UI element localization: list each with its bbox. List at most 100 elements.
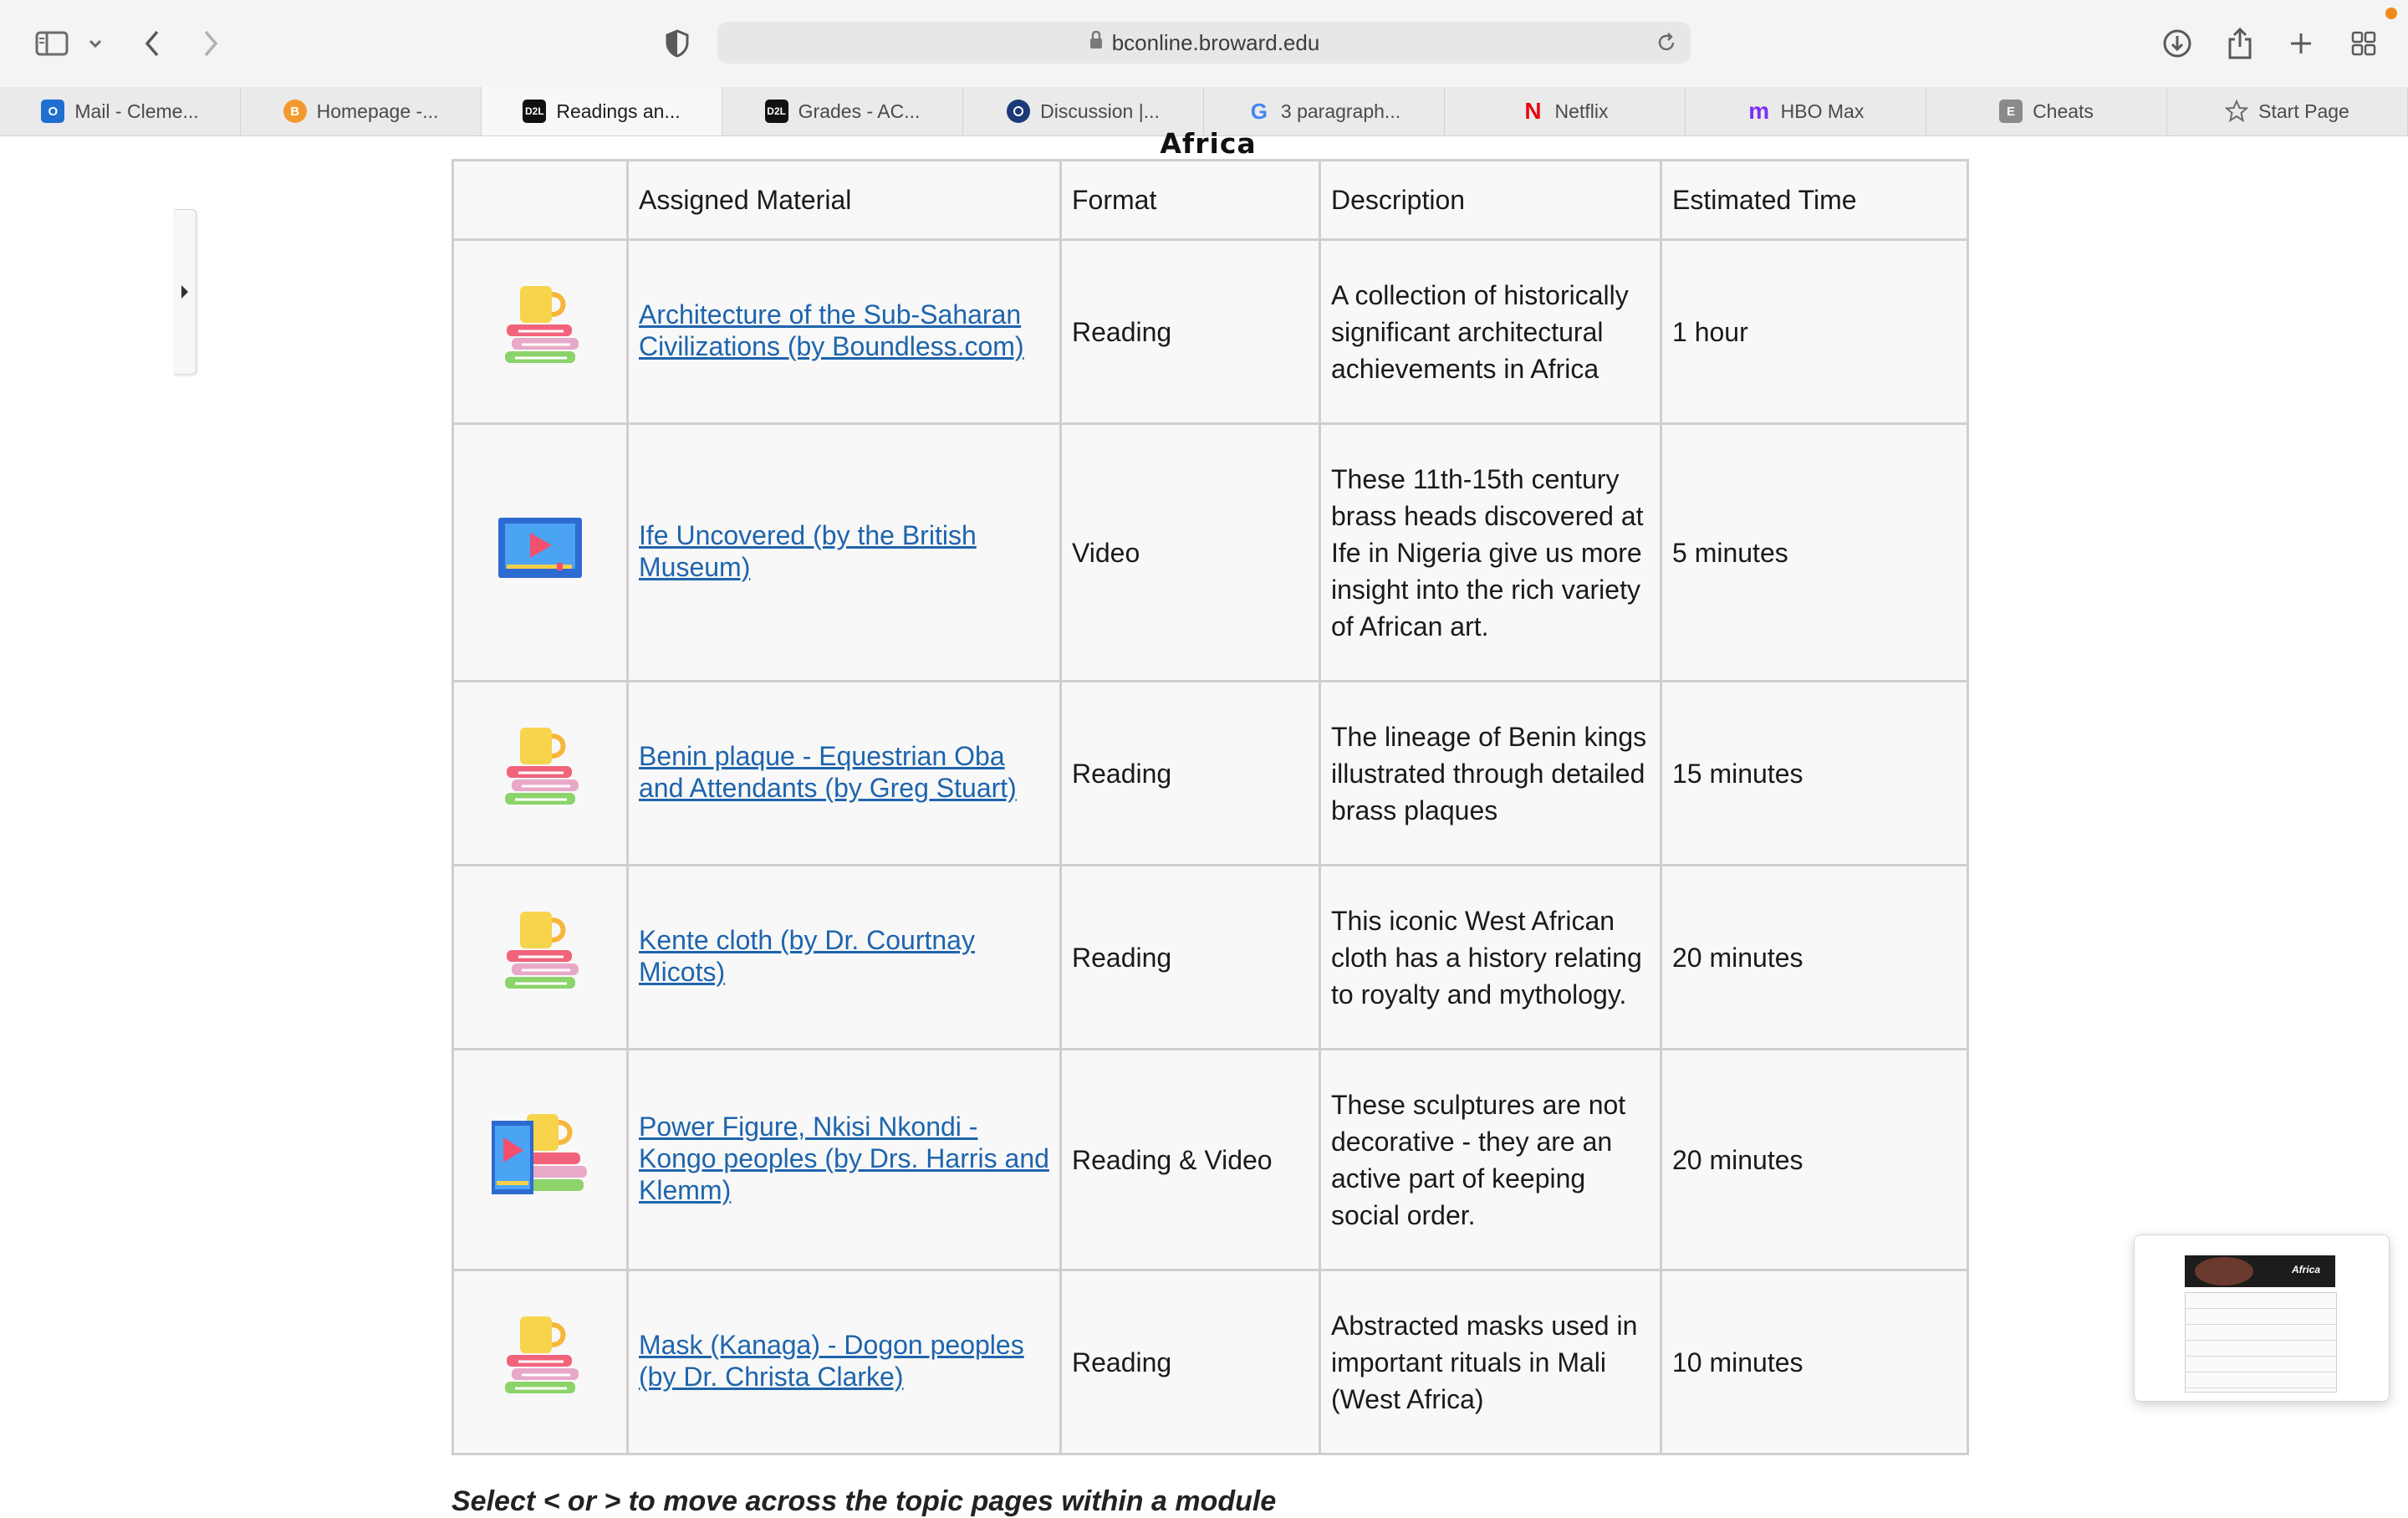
header-assigned-material: Assigned Material: [626, 159, 1062, 241]
new-tab-icon[interactable]: [2286, 22, 2316, 65]
d2l-icon: D2L: [764, 100, 788, 123]
module-navigation-hint: Select < or > to move across the topic p…: [452, 1485, 1277, 1517]
material-link[interactable]: Power Figure, Nkisi Nkondi - Kongo peopl…: [639, 1111, 1049, 1206]
format-cell: Reading: [1059, 864, 1321, 1050]
header-icon: [452, 159, 629, 241]
tab-grades[interactable]: D2L Grades - AC...: [722, 87, 963, 135]
reload-icon[interactable]: [1656, 32, 1677, 59]
netflix-icon: N: [1524, 98, 1542, 124]
table-header-row: Assigned Material Format Description Est…: [452, 159, 1969, 241]
table-row: Architecture of the Sub-Saharan Civiliza…: [452, 238, 1969, 425]
time-cell: 5 minutes: [1660, 422, 1969, 682]
format-cell: Reading: [1059, 1269, 1321, 1455]
description-cell: This iconic West African cloth has a his…: [1319, 864, 1662, 1050]
format-cell: Reading: [1059, 680, 1321, 866]
sidebar-toggle-icon[interactable]: [33, 22, 70, 65]
reading-icon: [505, 286, 579, 363]
privacy-shield-icon[interactable]: [661, 22, 694, 65]
reading-icon-cell: [452, 680, 629, 866]
tab-label: Grades - AC...: [798, 100, 921, 122]
material-link[interactable]: Mask (Kanaga) - Dogon peoples (by Dr. Ch…: [639, 1329, 1049, 1393]
share-icon[interactable]: [2224, 22, 2256, 65]
header-estimated-time: Estimated Time: [1660, 159, 1969, 241]
forward-icon[interactable]: [197, 22, 224, 65]
table-row: Mask (Kanaga) - Dogon peoples (by Dr. Ch…: [452, 1269, 1969, 1455]
reading-video-icon: [492, 1114, 587, 1194]
url-text: bconline.broward.edu: [1111, 29, 1320, 55]
table-row: Benin plaque - Equestrian Oba and Attend…: [452, 680, 1969, 866]
reading-icon: [505, 1316, 579, 1393]
downloads-icon[interactable]: [2161, 22, 2194, 65]
address-bar[interactable]: bconline.broward.edu: [717, 22, 1691, 64]
tab-label: Start Page: [2258, 100, 2349, 122]
description-cell: A collection of historically significant…: [1319, 238, 1662, 425]
tab-label: Homepage -...: [316, 100, 439, 122]
tab-label: HBO Max: [1780, 100, 1865, 122]
format-cell: Reading: [1059, 238, 1321, 425]
page-thumbnail[interactable]: Africa: [2134, 1234, 2390, 1402]
material-link[interactable]: Architecture of the Sub-Saharan Civiliza…: [639, 299, 1049, 362]
chevron-down-icon[interactable]: [85, 22, 105, 65]
readings-table: Assigned Material Format Description Est…: [452, 159, 1969, 1455]
notification-dot: [2385, 8, 2397, 19]
tab-mail[interactable]: O Mail - Cleme...: [0, 87, 241, 135]
description-cell: These 11th-15th century brass heads disc…: [1319, 422, 1662, 682]
page-title: Africa: [1160, 127, 1257, 160]
table-row: Power Figure, Nkisi Nkondi - Kongo peopl…: [452, 1048, 1969, 1271]
description-cell: The lineage of Benin kings illustrated t…: [1319, 680, 1662, 866]
cheats-icon: E: [1999, 100, 2023, 123]
tab-start-page[interactable]: Start Page: [2167, 87, 2408, 135]
reading-video-icon-cell: [452, 1048, 629, 1271]
material-cell: Kente cloth (by Dr. Courtnay Micots): [626, 864, 1062, 1050]
reading-icon-cell: [452, 1269, 629, 1455]
format-cell: Video: [1059, 422, 1321, 682]
table-row: Kente cloth (by Dr. Courtnay Micots) Rea…: [452, 864, 1969, 1050]
reading-icon-cell: [452, 238, 629, 425]
google-icon: G: [1250, 98, 1268, 124]
outlook-icon: O: [41, 100, 65, 123]
header-description: Description: [1319, 159, 1662, 241]
video-icon-cell: [452, 422, 629, 682]
thumbnail-banner: Africa: [2185, 1255, 2335, 1287]
time-cell: 10 minutes: [1660, 1269, 1969, 1455]
reading-icon-cell: [452, 864, 629, 1050]
reading-icon: [505, 912, 579, 989]
thumbnail-title: Africa: [2291, 1264, 2320, 1275]
tab-homepage[interactable]: B Homepage -...: [241, 87, 482, 135]
tab-readings[interactable]: D2L Readings an...: [482, 87, 722, 135]
time-cell: 15 minutes: [1660, 680, 1969, 866]
reading-icon: [505, 728, 579, 805]
tab-label: Readings an...: [556, 100, 681, 122]
material-link[interactable]: Ife Uncovered (by the British Museum): [639, 519, 1049, 583]
table-row: Ife Uncovered (by the British Museum) Vi…: [452, 422, 1969, 682]
material-cell: Ife Uncovered (by the British Museum): [626, 422, 1062, 682]
thumbnail-table: [2185, 1292, 2337, 1393]
material-link[interactable]: Kente cloth (by Dr. Courtnay Micots): [639, 924, 1049, 988]
material-link[interactable]: Benin plaque - Equestrian Oba and Attend…: [639, 740, 1049, 804]
material-cell: Benin plaque - Equestrian Oba and Attend…: [626, 680, 1062, 866]
tab-label: Cheats: [2033, 100, 2094, 122]
tab-overview-icon[interactable]: [2348, 22, 2380, 65]
header-format: Format: [1059, 159, 1321, 241]
caret-right-icon: [181, 285, 188, 299]
sidebar-expand-handle[interactable]: [174, 209, 196, 375]
thumbnail-banner-image: [2195, 1257, 2253, 1285]
back-icon[interactable]: [139, 22, 166, 65]
tab-label: Discussion |...: [1040, 100, 1160, 122]
time-cell: 20 minutes: [1660, 1048, 1969, 1271]
lock-icon: [1089, 30, 1104, 56]
tab-label: Mail - Cleme...: [74, 100, 199, 122]
tab-hbomax[interactable]: m HBO Max: [1686, 87, 1926, 135]
description-cell: These sculptures are not decorative - th…: [1319, 1048, 1662, 1271]
star-icon: [2225, 100, 2249, 123]
browser-toolbar: bconline.broward.edu: [0, 0, 2408, 87]
tab-cheats[interactable]: E Cheats: [1926, 87, 2167, 135]
tab-label: Netflix: [1554, 100, 1609, 122]
material-cell: Power Figure, Nkisi Nkondi - Kongo peopl…: [626, 1048, 1062, 1271]
material-cell: Architecture of the Sub-Saharan Civiliza…: [626, 238, 1062, 425]
description-cell: Abstracted masks used in important ritua…: [1319, 1269, 1662, 1455]
discussion-icon: [1007, 100, 1031, 123]
tab-netflix[interactable]: N Netflix: [1445, 87, 1686, 135]
time-cell: 20 minutes: [1660, 864, 1969, 1050]
bitcoin-icon: B: [283, 100, 307, 123]
